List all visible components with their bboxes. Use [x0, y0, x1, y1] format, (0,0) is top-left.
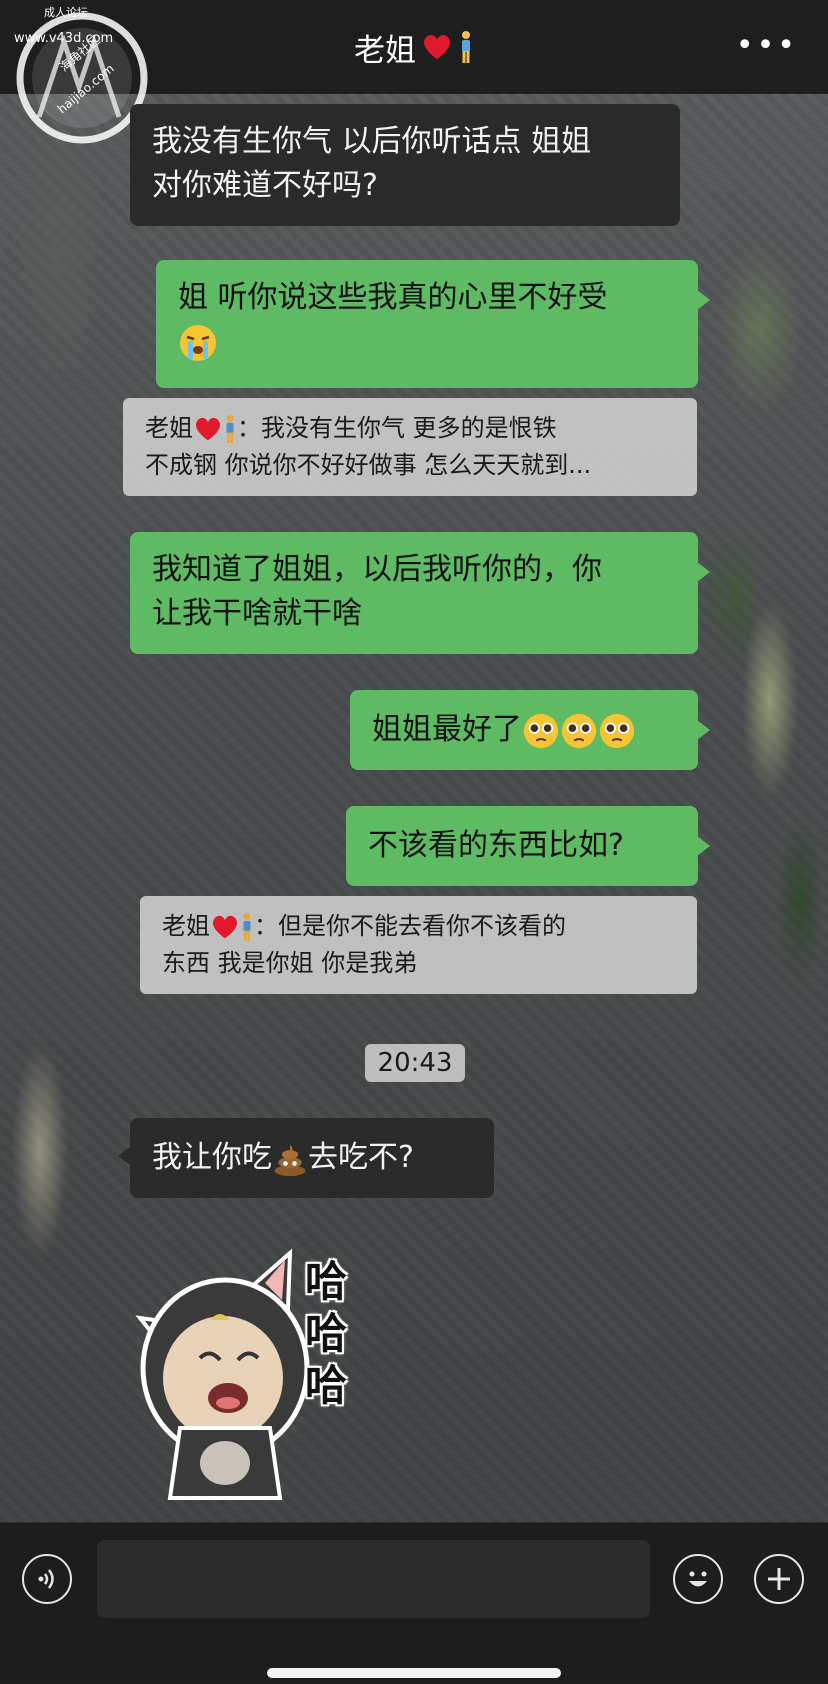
more-options-button[interactable]: ••• [736, 31, 798, 61]
person-standing-icon [243, 913, 251, 941]
red-heart-icon [196, 417, 220, 441]
emoji-button[interactable] [673, 1554, 723, 1604]
red-heart-icon [424, 34, 450, 60]
home-indicator[interactable] [267, 1668, 561, 1678]
voice-icon [38, 1569, 54, 1589]
outgoing-message[interactable]: 我知道了姐姐，以后我听你的，你 让我干啥就干啥 [130, 532, 710, 654]
sticker-text: 哈 哈 哈 [305, 1256, 365, 1412]
message-text-line: 对你难道不好吗? [152, 168, 378, 203]
pleading-face-emoji-icon [523, 713, 559, 748]
pile-of-poo-emoji-icon [274, 1144, 306, 1176]
chat-header: 老姐 ••• [0, 0, 828, 94]
message-text-line: 让我干啥就干啥 [152, 596, 362, 631]
message-text-line: 我知道了姐姐，以后我听你的，你 [152, 552, 602, 587]
more-functions-button[interactable] [754, 1554, 804, 1604]
message-text-line: 我没有生你气 以后你听话点 姐姐 [152, 124, 592, 159]
smiley-face-icon [689, 1571, 707, 1587]
incoming-message[interactable]: 我没有生你气 以后你听话点 姐姐 对你难道不好吗? [130, 104, 680, 226]
quote-sender: 老姐 [162, 912, 210, 940]
person-standing-icon [226, 415, 234, 443]
quote-text: ：我没有生你气 更多的是恨铁 [237, 414, 557, 442]
outgoing-message[interactable]: 姐姐最好了 [350, 690, 710, 770]
message-text: 我让你吃 [152, 1140, 272, 1175]
quoted-message[interactable]: 老姐 ：我没有生你气 更多的是恨铁 不成钢 你说你不好好做事 怎么天天就到... [123, 398, 697, 496]
quote-line: 老姐 ：我没有生你气 更多的是恨铁 [145, 410, 675, 447]
red-heart-icon [213, 915, 237, 939]
message-timestamp: 20:43 [365, 1044, 465, 1082]
quote-sender: 老姐 [145, 414, 193, 442]
quote-line: 老姐 ：但是你不能去看你不该看的 [162, 908, 675, 945]
message-input[interactable] [97, 1540, 650, 1618]
plus-icon [768, 1568, 790, 1590]
quoted-message[interactable]: 老姐 ：但是你不能去看你不该看的 东西 我是你姐 你是我弟 [140, 896, 697, 994]
incoming-message[interactable]: 我让你吃 去吃不? [118, 1118, 494, 1198]
chat-title: 老姐 [354, 25, 474, 70]
quote-line: 东西 我是你姐 你是我弟 [162, 949, 418, 977]
voice-input-button[interactable] [22, 1554, 72, 1604]
sticker-char: 哈 [305, 1361, 348, 1410]
message-text-line: 姐 听你说这些我真的心里不好受 [178, 280, 608, 315]
outgoing-message[interactable]: 姐 听你说这些我真的心里不好受 [156, 260, 710, 388]
pleading-face-emoji-icon [599, 713, 635, 748]
outgoing-message[interactable]: 不该看的东西比如? [346, 806, 710, 886]
quote-text: ：但是你不能去看你不该看的 [254, 912, 566, 940]
message-text: 不该看的东西比如? [368, 828, 624, 863]
chat-title-text: 老姐 [354, 32, 416, 69]
quote-line: 不成钢 你说你不好好做事 怎么天天就到... [145, 451, 592, 479]
crying-face-emoji-icon [180, 324, 216, 361]
message-text: 去吃不? [308, 1140, 414, 1175]
pleading-face-emoji-icon [561, 713, 597, 748]
message-text: 姐姐最好了 [372, 712, 522, 747]
sticker-char: 哈 [305, 1309, 348, 1358]
laughing-cat-kid-sticker[interactable]: 哈 哈 哈 [130, 1248, 400, 1503]
sticker-char: 哈 [305, 1257, 348, 1306]
person-standing-icon [462, 31, 470, 63]
chat-input-bar [0, 1522, 828, 1684]
